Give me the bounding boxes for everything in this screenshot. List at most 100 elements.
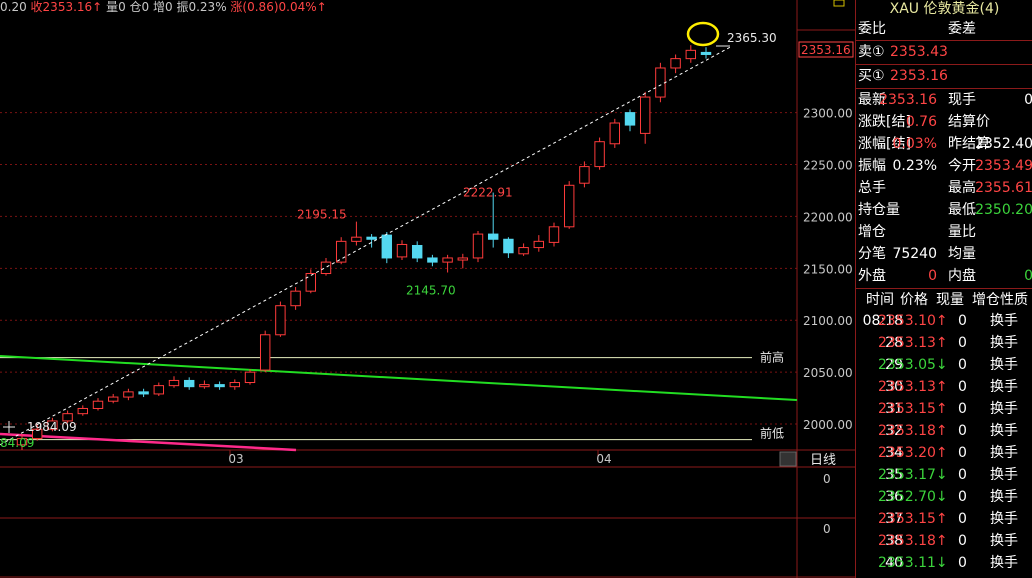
y-tick-label: 2100.00 — [803, 314, 853, 328]
candle-body[interactable] — [92, 400, 104, 409]
candle-body[interactable] — [381, 234, 393, 259]
header-increase: 增仓 — [972, 292, 1000, 308]
candle-body[interactable] — [396, 243, 408, 258]
trade-price: 2353.15↑ — [878, 511, 948, 527]
stat-value: 75240 — [892, 246, 937, 262]
trade-row[interactable]: 28 2353.13↑ 0 换手 — [856, 332, 1032, 354]
highlight-circle[interactable] — [686, 21, 720, 47]
period-label[interactable]: 日线 — [810, 453, 836, 468]
candle-body[interactable] — [487, 233, 499, 240]
stat-row: 最新 2353.16 现手 0 — [856, 89, 1032, 111]
stat-value: 2352.40 — [975, 136, 1032, 152]
magenta-trendline[interactable] — [0, 432, 297, 452]
bid-diff-label: 委差 — [948, 21, 976, 37]
stat-label: 最低 — [948, 202, 976, 218]
buy-label: 买① — [858, 68, 885, 84]
candle-body[interactable] — [670, 58, 681, 69]
stat-label: 量比 — [948, 224, 976, 240]
candle-body[interactable] — [305, 273, 317, 292]
trade-price: 2353.11↓ — [878, 555, 948, 571]
candle-body[interactable] — [107, 396, 119, 402]
header-volume: 现量 — [936, 292, 964, 308]
green-trendline[interactable] — [0, 355, 798, 401]
candle-body[interactable] — [214, 384, 225, 388]
candle-body[interactable] — [655, 67, 666, 98]
trade-type: 换手 — [990, 313, 1018, 329]
candle-body[interactable] — [639, 96, 651, 134]
trade-type: 换手 — [990, 555, 1018, 571]
spike-annotation: 2222.91 — [463, 186, 513, 200]
trade-type: 换手 — [990, 533, 1018, 549]
candle-body[interactable] — [518, 247, 529, 255]
trade-row[interactable]: 32 2353.18↑ 0 换手 — [856, 420, 1032, 442]
trade-row[interactable]: 38 2353.18↑ 0 换手 — [856, 530, 1032, 552]
candle-body[interactable] — [229, 382, 241, 388]
stat-value: 0.76 — [905, 114, 937, 130]
candle-body[interactable] — [244, 371, 256, 384]
corner-box-icon[interactable] — [833, 0, 845, 7]
stat-label: 增仓 — [858, 224, 886, 240]
candle-body[interactable] — [427, 257, 438, 263]
trade-row[interactable]: 31 2353.15↑ 0 换手 — [856, 398, 1032, 420]
stat-label: 均量 — [948, 246, 976, 262]
candle-body[interactable] — [563, 184, 575, 228]
trade-row[interactable]: 35 2353.17↓ 0 换手 — [856, 464, 1032, 486]
trade-volume: 0 — [958, 555, 967, 571]
candle-body[interactable] — [138, 391, 149, 395]
candle-body[interactable] — [335, 240, 347, 263]
candle-body[interactable] — [366, 236, 377, 240]
candle-body[interactable] — [275, 305, 286, 336]
stat-label: 分笔 — [858, 246, 886, 262]
trade-price: 2353.05↓ — [878, 357, 948, 373]
trade-row[interactable]: 29 2353.05↓ 0 换手 — [856, 354, 1032, 376]
candle-body[interactable] — [320, 261, 332, 275]
candle-body[interactable] — [624, 112, 636, 126]
candle-body[interactable] — [168, 379, 180, 387]
trade-price: 2353.18↑ — [878, 533, 948, 549]
dashed-trendline[interactable] — [0, 46, 731, 446]
candle-body[interactable] — [199, 384, 210, 388]
candle-body[interactable] — [609, 122, 621, 145]
candle-body[interactable] — [548, 226, 560, 243]
trade-volume: 0 — [958, 489, 967, 505]
candle-body[interactable] — [533, 240, 545, 249]
trade-row[interactable]: 34 2353.20↑ 0 换手 — [856, 442, 1032, 464]
candle-body[interactable] — [77, 407, 89, 415]
stat-label: 今开 — [948, 158, 976, 174]
candle-body[interactable] — [503, 238, 514, 254]
candle-body[interactable] — [594, 141, 605, 168]
candle-body[interactable] — [153, 385, 165, 395]
y-tick-label: 2300.00 — [803, 107, 853, 121]
candle-body[interactable] — [457, 257, 469, 261]
candle-body[interactable] — [472, 233, 484, 259]
candle-body[interactable] — [411, 244, 423, 259]
candle-body[interactable] — [700, 51, 712, 55]
candle-body[interactable] — [442, 257, 453, 263]
trade-row[interactable]: 40 2353.11↓ 0 换手 — [856, 552, 1032, 574]
candle-body[interactable] — [685, 49, 697, 60]
candle-body[interactable] — [290, 290, 301, 307]
sub-panel-zero: 0 — [823, 522, 831, 536]
stat-row: 分笔 75240 均量 — [856, 243, 1032, 265]
candle-body[interactable] — [183, 379, 195, 388]
y-tick-label: 2250.00 — [803, 159, 853, 173]
stat-value: 0 — [1024, 92, 1032, 108]
candle-body[interactable] — [351, 236, 362, 242]
candlestick-chart[interactable]: 2300.00 2250.00 2200.00 2150.00 2100.00 2050.… — [0, 0, 855, 578]
trade-price: 2353.10↑ — [878, 313, 948, 329]
stat-row: 增仓 量比 — [856, 221, 1032, 243]
candle-body[interactable] — [123, 391, 134, 398]
y-tick-label: 2200.00 — [803, 210, 853, 224]
candle-body[interactable] — [259, 334, 271, 371]
trade-row[interactable]: 08:18 2353.10↑ 0 换手 — [856, 310, 1032, 332]
trades-header: 时间 价格 现量 增仓 性质 — [856, 288, 1032, 311]
y-tick-label: 2000.00 — [803, 418, 853, 432]
trade-price: 2353.18↑ — [878, 423, 948, 439]
trade-row[interactable]: 37 2353.15↑ 0 换手 — [856, 508, 1032, 530]
stat-label: 外盘 — [858, 268, 886, 284]
candle-body[interactable] — [579, 166, 590, 184]
trade-volume: 0 — [958, 357, 967, 373]
trade-row[interactable]: 36 2352.70↓ 0 换手 — [856, 486, 1032, 508]
scroll-button[interactable] — [779, 451, 797, 467]
trade-row[interactable]: 30 2353.13↑ 0 换手 — [856, 376, 1032, 398]
